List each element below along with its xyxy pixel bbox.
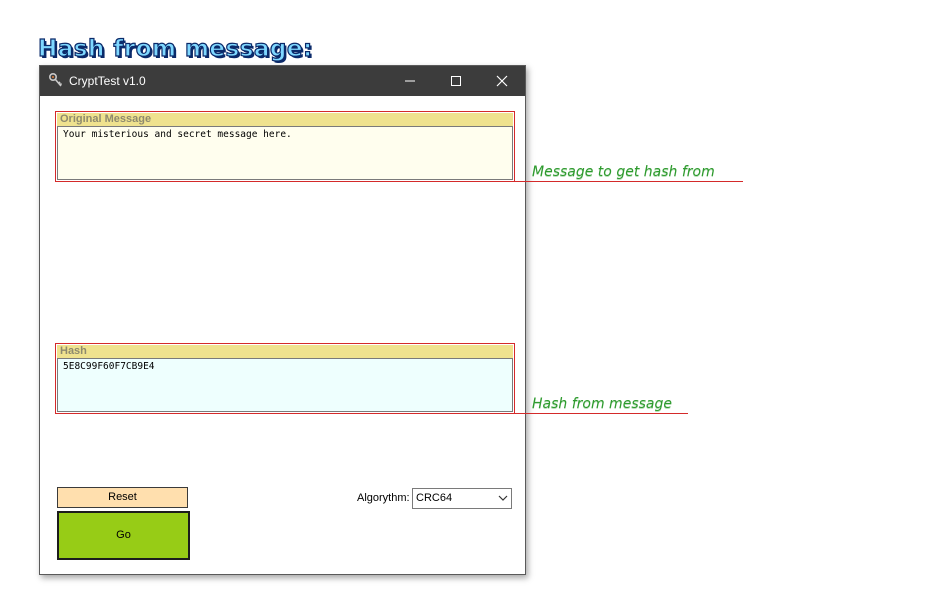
app-key-icon	[47, 72, 65, 90]
reset-button[interactable]: Reset	[57, 487, 188, 508]
algorithm-selected-value: CRC64	[416, 492, 453, 504]
hash-leader-line	[514, 413, 688, 414]
message-leader-line	[514, 181, 743, 182]
hash-annotation: Hash from message	[532, 396, 672, 412]
minimize-icon	[405, 80, 415, 82]
hash-label: Hash	[57, 345, 513, 358]
title-bar[interactable]: CryptTest v1.0	[40, 66, 525, 96]
original-message-label: Original Message	[57, 113, 513, 126]
chevron-down-icon[interactable]	[498, 495, 508, 502]
message-annotation: Message to get hash from	[532, 164, 715, 180]
algorithm-select[interactable]: CRC64	[412, 488, 512, 509]
minimize-button[interactable]	[387, 66, 433, 96]
go-button[interactable]: Go	[57, 511, 190, 560]
maximize-button[interactable]	[433, 66, 479, 96]
original-message-input[interactable]: Your misterious and secret message here.	[57, 126, 513, 180]
maximize-icon	[451, 76, 461, 86]
app-window: CryptTest v1.0 Original Message Your mis…	[39, 65, 526, 575]
original-message-group: Original Message Your misterious and sec…	[55, 111, 515, 182]
hash-group: Hash 5E8C99F60F7CB9E4	[55, 343, 515, 414]
close-icon	[496, 75, 508, 87]
window-title: CryptTest v1.0	[69, 74, 146, 88]
algorithm-label: Algorythm:	[357, 492, 410, 504]
page-heading: Hash from message:	[37, 35, 313, 62]
hash-output[interactable]: 5E8C99F60F7CB9E4	[57, 358, 513, 412]
close-button[interactable]	[479, 66, 525, 96]
